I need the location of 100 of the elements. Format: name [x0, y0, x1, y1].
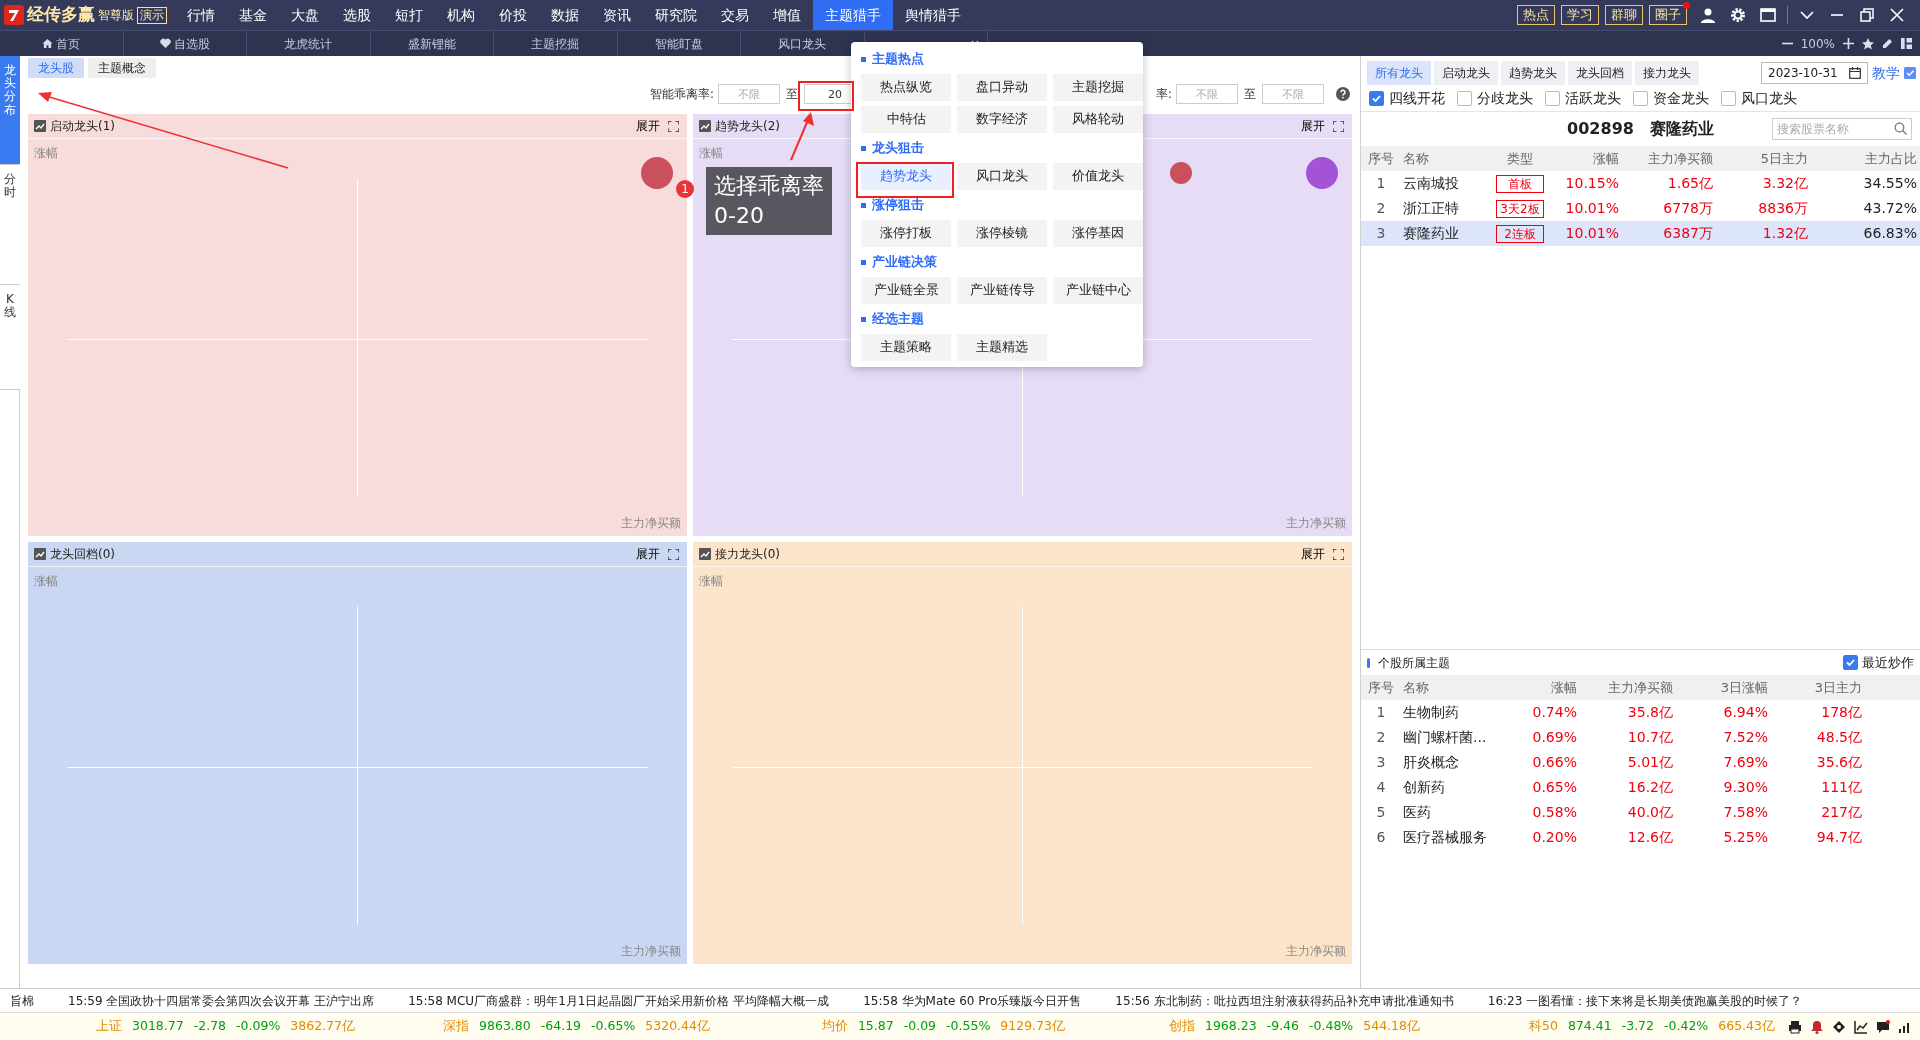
sub-tab[interactable]: 主题概念 — [88, 58, 156, 78]
tab[interactable]: 启动龙头 — [1434, 61, 1498, 85]
menu-item[interactable]: 主题猎手 — [813, 0, 893, 30]
menu-item[interactable]: 主题精选 — [957, 334, 1047, 361]
table-row[interactable]: 2 浙江正特 3天2板 10.01% 6778万 8836万 43.72% — [1361, 196, 1920, 221]
news-item[interactable]: 16:23 一图看懂：接下来将是长期美债跑赢美股的时候了？ — [1487, 991, 1803, 1010]
range-label: 至 — [785, 86, 798, 103]
news-item[interactable]: 15:56 东北制药：吡拉西坦注射液获得药品补充申请批准通知书 — [1115, 991, 1454, 1010]
menu-item[interactable]: 大盘 — [279, 0, 331, 30]
input-field[interactable]: 不限 — [1176, 84, 1238, 104]
menu-item[interactable]: 涨停棱镜 — [957, 220, 1047, 247]
menu-item[interactable]: 涨停打板 — [861, 220, 951, 247]
side-tab[interactable]: 龙头分布 — [0, 56, 20, 165]
section-title: 产业链决策 — [861, 247, 1133, 277]
menu-item[interactable]: 机构 — [435, 0, 487, 30]
index-name: 深指 — [443, 1017, 470, 1036]
header-button[interactable]: 群聊 — [1605, 5, 1643, 25]
table-cell-text: 0.69% — [1531, 728, 1578, 747]
side-tab[interactable]: K线 — [0, 285, 20, 390]
tab[interactable]: 智能盯盘 — [617, 31, 741, 56]
menu-item[interactable]: 热点纵览 — [861, 74, 951, 101]
index-name: 创指 — [1168, 1017, 1195, 1036]
index-amount: 544.18亿 — [1363, 1017, 1420, 1036]
table-cell-text: 3.32亿 — [1761, 174, 1809, 193]
column-header: 3日涨幅 — [1719, 678, 1769, 697]
table-cell-text: 16.2亿 — [1626, 778, 1674, 797]
side-tab[interactable]: 分时 — [0, 165, 20, 285]
menu-item[interactable]: 主题挖掘 — [1053, 74, 1143, 101]
stock-code: 002898 — [1567, 118, 1634, 140]
table-row[interactable]: 1 云南城投 首板 10.15% 1.65亿 3.32亿 34.55% — [1361, 171, 1920, 196]
logo-text: 经传多赢 — [27, 3, 95, 27]
tab[interactable]: 趋势龙头 — [1501, 61, 1565, 85]
date-field[interactable]: 2023-10-31 — [1761, 62, 1868, 84]
menu-item[interactable]: 舆情猎手 — [893, 0, 973, 30]
menu-item[interactable]: 交易 — [709, 0, 761, 30]
stock-name: 赛隆药业 — [1649, 118, 1714, 140]
axis-label: 主力净买额 — [1286, 515, 1346, 532]
tab[interactable]: 龙虎统计 — [247, 31, 371, 56]
menu-item[interactable]: 数字经济 — [957, 106, 1047, 133]
menu-item[interactable]: 盘口异动 — [957, 74, 1047, 101]
expand-button[interactable]: 展开 — [636, 545, 660, 563]
expand-button[interactable]: 展开 — [1301, 545, 1325, 563]
expand-button[interactable]: 展开 — [1301, 117, 1325, 135]
table-cell-text: 肝炎概念 — [1402, 753, 1460, 772]
index-change: -64.19 — [540, 1017, 582, 1036]
news-item[interactable]: 15:59 全国政协十四届常委会第四次会议开幕 王沪宁出席 — [68, 991, 375, 1010]
table-cell-text: 10.15% — [1564, 174, 1620, 193]
news-item[interactable]: 15:58 华为Mate 60 Pro乐臻版今日开售 — [863, 991, 1082, 1010]
table-cell-text: 40.0亿 — [1626, 803, 1674, 822]
header-button[interactable]: 热点 — [1517, 5, 1555, 25]
menu-item[interactable]: 风口龙头 — [957, 163, 1047, 190]
menu-item[interactable]: 风格轮动 — [1053, 106, 1143, 133]
menu-item[interactable]: 选股 — [331, 0, 383, 30]
menu-item[interactable]: 主题策略 — [861, 334, 951, 361]
menu-item[interactable]: 涨停基因 — [1053, 220, 1143, 247]
input-field[interactable]: 不限 — [1262, 84, 1324, 104]
help-link[interactable]: 教学 — [1868, 62, 1920, 84]
header-button[interactable]: 学习 — [1561, 5, 1599, 25]
table-cell-text: 0.20% — [1531, 828, 1578, 847]
table-cell-text: 111亿 — [1820, 778, 1863, 797]
table-cell-text: 创新药 — [1402, 778, 1446, 797]
search-field[interactable]: 搜索股票名称 — [1772, 118, 1912, 140]
menu-item[interactable]: 中特估 — [861, 106, 951, 133]
section-title: 涨停狙击 — [861, 190, 1133, 220]
menu-item[interactable]: 研究院 — [643, 0, 709, 30]
header-button[interactable]: 圈子 — [1649, 5, 1687, 25]
menu-item[interactable]: 行情 — [175, 0, 227, 30]
menu-item[interactable]: 价投 — [487, 0, 539, 30]
tab[interactable]: 盛新锂能 — [370, 31, 494, 56]
news-item[interactable]: 15:58 MCU厂商盛群：明年1月1日起晶圆厂开始采用新价格 平均降幅大概一成 — [408, 991, 830, 1010]
panel-title: 接力龙头(0) — [715, 546, 780, 563]
menu-item[interactable]: 产业链传导 — [957, 277, 1047, 304]
input-field[interactable]: 不限 — [717, 84, 780, 104]
menu-item[interactable]: 产业链中心 — [1053, 277, 1143, 304]
index-price: 15.87 — [857, 1017, 894, 1036]
table-cell-text: 7.69% — [1722, 753, 1769, 772]
menu-item[interactable]: 价值龙头 — [1053, 163, 1143, 190]
tab[interactable]: 所有龙头 — [1367, 61, 1431, 85]
menu-item[interactable]: 短打 — [383, 0, 435, 30]
table-cell-text: 10.01% — [1564, 224, 1620, 243]
tab[interactable]: 龙头回档 — [1568, 61, 1632, 85]
tab[interactable]: 主题挖掘 — [494, 31, 618, 56]
menu-item[interactable]: 趋势龙头 — [861, 163, 951, 190]
expand-button[interactable]: 展开 — [636, 117, 660, 135]
table-cell-text: 幽门螺杆菌... — [1402, 728, 1488, 747]
edition-label: 智尊版 — [98, 7, 134, 24]
table-row[interactable]: 3 赛隆药业 2连板 10.01% 6387万 1.32亿 66.83% — [1361, 221, 1920, 246]
menu-item[interactable]: 数据 — [539, 0, 591, 30]
tab[interactable]: 接力龙头 — [1635, 61, 1699, 85]
tab[interactable]: 自选股 — [123, 31, 247, 56]
table-cell-text: 6.94% — [1722, 703, 1769, 722]
menu-item[interactable]: 产业链全景 — [861, 277, 951, 304]
index-change: -2.78 — [193, 1017, 227, 1036]
type-tag: 3天2板 — [1496, 199, 1544, 218]
menu-item[interactable]: 资讯 — [591, 0, 643, 30]
menu-item[interactable]: 基金 — [227, 0, 279, 30]
section-title: 个股所属主题 — [1378, 654, 1450, 672]
table-cell-text: 7.52% — [1722, 728, 1769, 747]
menu-item[interactable]: 增值 — [761, 0, 813, 30]
table-cell-text: 8836万 — [1757, 199, 1809, 218]
